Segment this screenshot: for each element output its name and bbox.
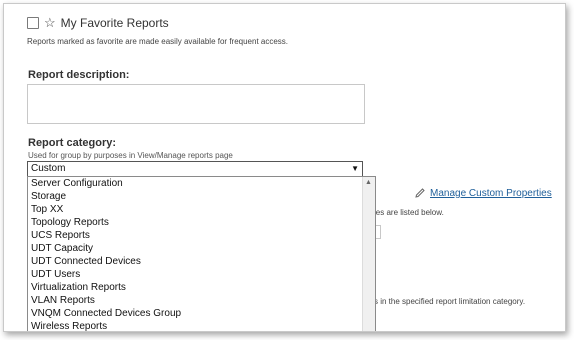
category-option[interactable]: UDT Connected Devices <box>28 255 375 268</box>
category-option[interactable]: UDT Capacity <box>28 242 375 255</box>
category-option[interactable]: Wireless Reports <box>28 320 375 331</box>
option-list: Server Configuration Storage Top XX Topolog… <box>28 177 375 331</box>
favorite-row: ☆ My Favorite Reports <box>27 16 169 30</box>
report-category-label: Report category: <box>28 137 117 149</box>
triangle-down-icon: ▼ <box>351 164 359 173</box>
report-category-dropdown[interactable]: Server Configuration Storage Top XX Topolog… <box>27 176 376 331</box>
category-option[interactable]: UCS Reports <box>28 229 375 242</box>
report-description-textarea[interactable] <box>27 84 365 124</box>
report-category-select[interactable]: Custom ▼ <box>27 161 363 177</box>
report-settings-panel: ☆ My Favorite Reports Reports marked as … <box>3 3 566 332</box>
star-icon: ☆ <box>44 15 56 30</box>
report-category-hint: Used for group by purposes in View/Manag… <box>28 151 233 160</box>
favorite-label[interactable]: My Favorite Reports <box>61 16 169 30</box>
category-option[interactable]: Storage <box>28 190 375 203</box>
category-option[interactable]: VLAN Reports <box>28 294 375 307</box>
report-category-selected: Custom <box>31 163 66 174</box>
favorite-checkbox[interactable] <box>27 17 39 29</box>
category-option[interactable]: Top XX <box>28 203 375 216</box>
limitation-text: s in the specified report limitation cat… <box>374 297 526 306</box>
dropdown-scrollbar[interactable]: ▲ <box>362 177 375 331</box>
category-option[interactable]: Virtualization Reports <box>28 281 375 294</box>
category-option[interactable]: Server Configuration <box>28 177 375 190</box>
custom-properties-text: ies are listed below. <box>374 208 444 217</box>
manage-custom-properties-label[interactable]: Manage Custom Properties <box>430 188 552 199</box>
favorite-description: Reports marked as favorite are made easi… <box>27 37 289 46</box>
manage-custom-properties-link[interactable]: Manage Custom Properties <box>414 187 552 199</box>
pencil-icon <box>415 188 425 198</box>
category-option[interactable]: VNQM Connected Devices Group <box>28 307 375 320</box>
category-option[interactable]: UDT Users <box>28 268 375 281</box>
category-option[interactable]: Topology Reports <box>28 216 375 229</box>
report-description-label: Report description: <box>28 69 130 81</box>
scroll-up-icon[interactable]: ▲ <box>365 179 372 186</box>
